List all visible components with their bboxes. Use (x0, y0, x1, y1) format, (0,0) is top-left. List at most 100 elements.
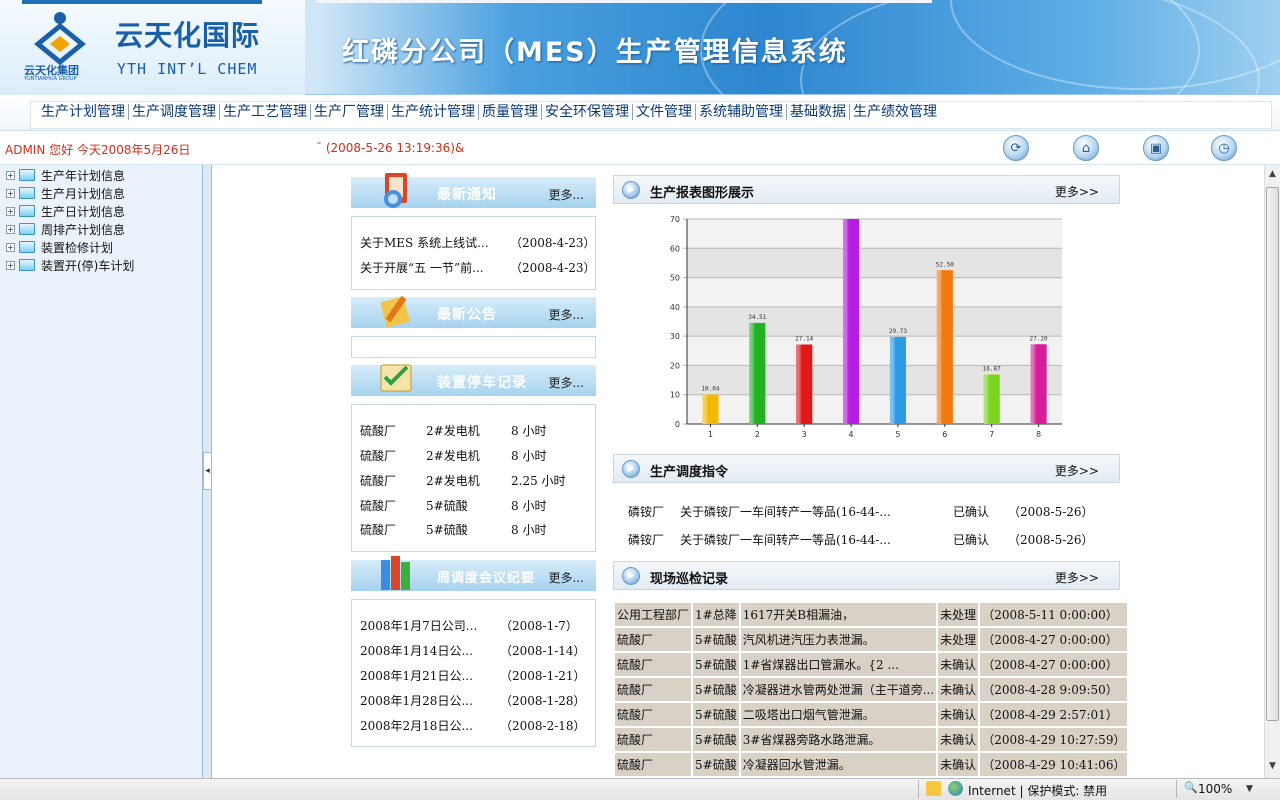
meetings-more-link[interactable]: 更多... (549, 569, 584, 586)
tree-item-label: 生产月计划信息 (41, 186, 126, 201)
expand-icon[interactable]: + (6, 260, 15, 270)
bar-data-label: 10.04 (701, 386, 719, 393)
dispatch-link[interactable]: 关于磷铵厂一车间转产一等品(16-44-... (680, 503, 891, 520)
expand-icon[interactable]: + (6, 188, 15, 198)
top-strip (316, 0, 932, 3)
bar-data-label: 16.87 (983, 366, 1001, 373)
report-header: ▶ 生产报表图形展示 更多>> (613, 175, 1120, 204)
dispatch-more-link[interactable]: 更多>> (1055, 462, 1099, 479)
menu-item-performance[interactable]: 生产绩效管理 (850, 104, 940, 120)
menu-item-system[interactable]: 系统辅助管理 (696, 104, 787, 120)
menu-item-production-plan[interactable]: 生产计划管理 (38, 104, 129, 120)
chevron-down-icon[interactable]: ▼ (1246, 784, 1261, 799)
play-circle-icon: ▶ (622, 567, 640, 585)
menu-item-basic-data[interactable]: 基础数据 (787, 104, 850, 120)
clock-icon[interactable]: ◷ (1211, 135, 1237, 161)
menu-item-quality[interactable]: 质量管理 (479, 104, 542, 120)
dispatch-plant: 磷铵厂 (628, 533, 665, 547)
x-tick-label: 6 (942, 430, 947, 439)
shutdown-unit[interactable]: 2#发电机 (426, 447, 480, 464)
patrol-desc[interactable]: 汽风机进汽压力表泄漏。 (740, 628, 937, 651)
expand-icon[interactable]: + (6, 170, 15, 180)
shutdown-plant: 硫酸厂 (360, 499, 397, 513)
patrol-desc[interactable]: 二吸塔出口烟气管泄漏。 (740, 703, 937, 726)
scroll-up-icon[interactable]: ▲ (1267, 169, 1278, 181)
dispatch-title: 生产调度指令 (650, 465, 729, 480)
tree-item-weekly-schedule[interactable]: + 周排产计划信息 (6, 220, 125, 238)
expand-icon[interactable]: + (6, 224, 15, 234)
menu-item-production-dispatch[interactable]: 生产调度管理 (129, 104, 220, 120)
table-row[interactable]: 硫酸厂 5#硫酸 3#省煤器旁路水路泄漏。 未确认 （2008-4-29 10:… (615, 728, 1128, 751)
meeting-link[interactable]: 2008年1月7日公司... (360, 617, 477, 634)
menu-item-plant[interactable]: 生产厂管理 (311, 104, 388, 120)
table-row[interactable]: 硫酸厂 5#硫酸 冷凝器回水管泄漏。 未确认 （2008-4-29 10:41:… (615, 753, 1128, 776)
tree-item-startstop-plan[interactable]: + 装置开(停)车计划 (6, 256, 134, 274)
menu-item-safety[interactable]: 安全环保管理 (542, 104, 633, 120)
table-row[interactable]: 硫酸厂 5#硫酸 汽风机进汽压力表泄漏。 未处理 （2008-4-27 0:00… (615, 628, 1128, 651)
status-separator (1176, 780, 1177, 798)
patrol-unit: 5#硫酸 (693, 678, 739, 701)
table-row[interactable]: 硫酸厂 5#硫酸 冷凝器进水管两处泄漏（主干道旁... 未确认 （2008-4-… (615, 678, 1128, 701)
vertical-scrollbar[interactable]: ▲ ▼ (1264, 165, 1280, 778)
expand-icon[interactable]: + (6, 206, 15, 216)
folder-icon (19, 187, 35, 199)
notices-title: 最新通知 (437, 187, 497, 203)
zoom-icon[interactable]: 🔍 (1184, 781, 1199, 796)
meeting-link[interactable]: 2008年1月21日公... (360, 667, 473, 684)
play-circle-icon: ▶ (622, 460, 640, 478)
report-more-link[interactable]: 更多>> (1055, 183, 1099, 200)
announcements-more-link[interactable]: 更多... (549, 306, 584, 323)
patrol-desc[interactable]: 1617开关B相漏油， (740, 603, 937, 626)
expand-icon[interactable]: + (6, 242, 15, 252)
dispatch-status: 已确认 (953, 505, 990, 519)
folder-icon (19, 241, 35, 253)
patrol-desc[interactable]: 冷凝器回水管泄漏。 (740, 753, 937, 776)
tree-item-monthly-plan[interactable]: + 生产月计划信息 (6, 184, 125, 202)
notices-more-link[interactable]: 更多... (549, 186, 584, 203)
clock-text: ˉ (2008-5-26 13:19:36)& (316, 141, 465, 155)
table-row[interactable]: 公用工程部厂 1#总降 1617开关B相漏油， 未处理 （2008-5-11 0… (615, 603, 1128, 626)
table-row[interactable]: 硫酸厂 5#硫酸 二吸塔出口烟气管泄漏。 未确认 （2008-4-29 2:57… (615, 703, 1128, 726)
patrol-desc[interactable]: 1#省煤器出口管漏水。{2 ... (740, 653, 937, 676)
menu-item-process[interactable]: 生产工艺管理 (220, 104, 311, 120)
meeting-date: （2008-1-21） (500, 669, 586, 683)
table-row[interactable]: 硫酸厂 5#硫酸 1#省煤器出口管漏水。{2 ... 未确认 （2008-4-2… (615, 653, 1128, 676)
meeting-link[interactable]: 2008年2月18日公... (360, 717, 473, 734)
scrollbar-thumb[interactable] (1266, 187, 1279, 721)
meeting-link[interactable]: 2008年1月14日公... (360, 642, 473, 659)
collapse-left-panel-button[interactable]: ◂ (203, 452, 212, 490)
chart-bar (889, 336, 906, 424)
dispatch-link[interactable]: 关于磷铵厂一车间转产一等品(16-44-... (680, 531, 891, 548)
shutdown-unit[interactable]: 5#硫酸 (426, 521, 468, 538)
menu-item-statistics[interactable]: 生产统计管理 (388, 104, 479, 120)
greeting-text: ADMIN 您好 今天2008年5月26日 (5, 143, 191, 157)
lock-icon[interactable]: ▣ (1143, 135, 1169, 161)
tree-item-maintenance-plan[interactable]: + 装置检修计划 (6, 238, 113, 256)
notice-date: （2008-4-23） (510, 261, 596, 275)
shutdown-unit[interactable]: 5#硫酸 (426, 497, 468, 514)
shutdown-unit[interactable]: 2#发电机 (426, 422, 480, 439)
patrol-more-link[interactable]: 更多>> (1055, 569, 1099, 586)
shutdown-plant: 硫酸厂 (360, 424, 397, 438)
home-icon[interactable]: ⌂ (1073, 135, 1099, 161)
refresh-icon[interactable]: ⟳ (1003, 135, 1029, 161)
shutdown-hours: 8 小时 (511, 449, 547, 463)
notice-book-icon (384, 173, 407, 208)
scroll-down-icon[interactable]: ▼ (1267, 761, 1278, 773)
tree-item-daily-plan[interactable]: + 生产日计划信息 (6, 202, 125, 220)
y-tick-label: 70 (670, 215, 680, 224)
shutdown-unit[interactable]: 2#发电机 (426, 472, 480, 489)
patrol-desc[interactable]: 冷凝器进水管两处泄漏（主干道旁... (740, 678, 937, 701)
shutdowns-header: 装置停车记录 更多... (351, 364, 596, 396)
zoom-level[interactable]: 100% (1198, 782, 1232, 796)
patrol-desc[interactable]: 3#省煤器旁路水路泄漏。 (740, 728, 937, 751)
tree-item-annual-plan[interactable]: + 生产年计划信息 (6, 166, 125, 184)
meeting-link[interactable]: 2008年1月28日公... (360, 692, 473, 709)
menu-item-documents[interactable]: 文件管理 (633, 104, 696, 120)
folder-icon (19, 259, 35, 271)
security-warning-icon[interactable] (926, 781, 941, 796)
shutdowns-more-link[interactable]: 更多... (549, 374, 584, 391)
meeting-date: （2008-1-7） (500, 619, 578, 633)
notice-link[interactable]: 关于MES 系统上线试... (360, 234, 489, 251)
notice-link[interactable]: 关于开展“五 一节”前... (360, 259, 484, 276)
